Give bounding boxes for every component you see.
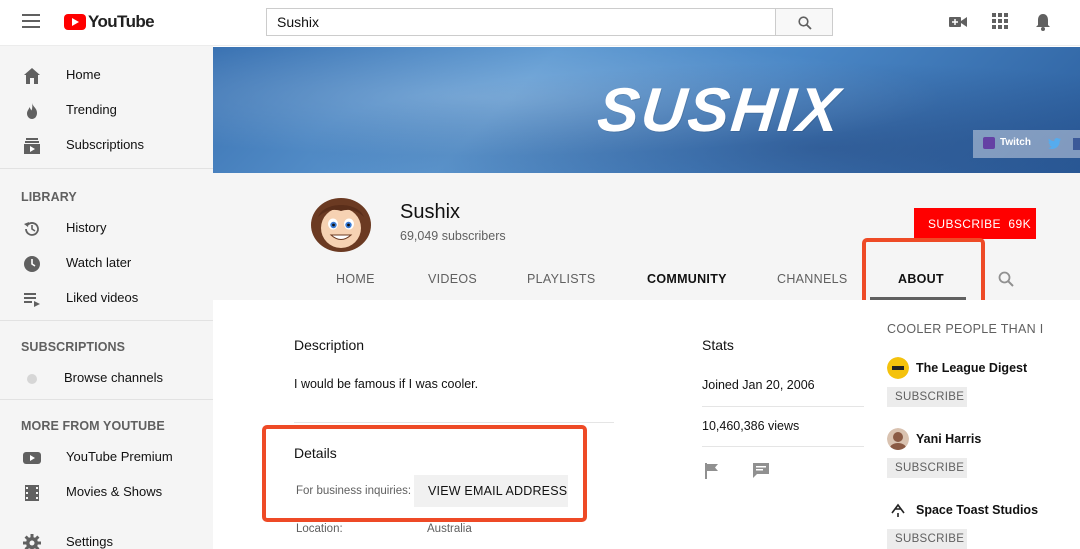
subscriptions-icon [24,138,40,154]
subscriber-count: 69,049 subscribers [400,229,506,243]
search-button[interactable] [776,8,833,36]
description-text: I would be famous if I was cooler. [294,377,479,391]
sidebar-item-label: Browse channels [64,370,163,385]
more-from-youtube-heading: MORE FROM YOUTUBE [21,419,165,433]
gear-icon [23,534,41,549]
flame-icon [27,103,37,119]
search-icon [798,16,812,30]
stats-divider [702,446,864,447]
sidebar-item-liked-videos[interactable]: Liked videos [0,281,213,315]
related-channel-name[interactable]: Yani Harris [916,432,981,446]
sidebar-item-label: Home [66,67,101,82]
apps-grid-icon[interactable] [992,13,1008,29]
twitch-link[interactable]: Twitch [1000,137,1031,148]
banner-title: SUSHIX [594,76,845,145]
bell-icon[interactable] [1035,13,1051,31]
search-input[interactable]: Sushix [266,8,776,36]
sidebar-item-label: YouTube Premium [66,449,173,464]
channel-name: Sushix [400,201,461,223]
tab-playlists[interactable]: PLAYLISTS [527,272,595,286]
subscribe-label: SUBSCRIBE [928,217,1001,231]
subscribe-button[interactable]: SUBSCRIBE 69K [914,208,1036,239]
channel-banner: SUSHIX Twitch [213,47,1080,173]
sidebar-item-label: Subscriptions [66,137,145,152]
sidebar-item-subscriptions[interactable]: Subscriptions [0,128,213,162]
related-subscribe-button[interactable]: SUBSCRIBE [887,458,967,478]
stats-heading: Stats [702,337,734,353]
sidebar-divider [0,399,213,400]
youtube-logo-icon [64,14,86,30]
sidebar-item-movies-shows[interactable]: Movies & Shows [0,475,213,509]
sidebar-item-browse-channels[interactable]: Browse channels [0,361,213,395]
youtube-logo[interactable]: YouTube [64,12,155,32]
subscribe-count: 69K [1008,217,1031,231]
youtube-icon [23,452,41,464]
message-icon[interactable] [752,462,770,479]
logo-text: YouTube [88,12,155,31]
flag-icon[interactable] [705,463,719,479]
top-bar: YouTube Sushix [0,0,1080,46]
banner-links: Twitch [973,130,1080,158]
video-camera-icon[interactable] [948,13,968,31]
twitch-icon[interactable] [983,137,995,149]
sidebar-item-settings[interactable]: Settings [0,525,213,549]
sidebar-divider [0,320,213,321]
channel-search-icon[interactable] [998,271,1014,287]
twitter-icon[interactable] [1048,138,1061,149]
menu-icon[interactable] [22,14,40,28]
view-count: 10,460,386 views [702,419,800,433]
location-value: Australia [427,523,472,535]
related-channel-avatar[interactable] [887,499,909,521]
sidebar: Home Trending Subscriptions LIBRARY Hist… [0,46,213,549]
location-label: Location: [296,523,343,535]
sidebar-item-history[interactable]: History [0,211,213,245]
sidebar-item-label: History [66,220,107,235]
related-channel-avatar[interactable] [887,428,909,450]
joined-date: Joined Jan 20, 2006 [702,378,815,392]
library-heading: LIBRARY [21,190,77,204]
sidebar-item-watch-later[interactable]: Watch later [0,246,213,280]
channel-avatar[interactable] [306,195,376,253]
home-icon [24,68,40,84]
clock-icon [24,256,40,272]
sidebar-item-home[interactable]: Home [0,58,213,92]
dot-icon [27,374,37,384]
facebook-icon[interactable] [1073,138,1080,150]
description-heading: Description [294,337,365,353]
sidebar-item-label: Settings [66,534,113,549]
related-channels-heading: COOLER PEOPLE THAN I [887,322,1044,336]
sidebar-divider [0,168,213,169]
sidebar-item-youtube-premium[interactable]: YouTube Premium [0,440,213,474]
subscriptions-heading: SUBSCRIPTIONS [21,340,126,354]
related-channel-name[interactable]: Space Toast Studios [916,503,1038,517]
tab-home[interactable]: HOME [336,272,375,286]
related-channel-name[interactable]: The League Digest [916,361,1027,375]
related-channel-avatar[interactable] [887,357,909,379]
sidebar-item-label: Movies & Shows [66,484,163,499]
section-divider [294,422,614,423]
related-subscribe-button[interactable]: SUBSCRIBE [887,529,967,549]
sidebar-item-label: Trending [66,102,117,117]
sidebar-item-label: Watch later [66,255,132,270]
related-subscribe-button[interactable]: SUBSCRIBE [887,387,967,407]
stats-divider [702,406,864,407]
tab-channels[interactable]: CHANNELS [777,272,847,286]
playlist-icon [24,293,40,307]
tab-community[interactable]: COMMUNITY [647,272,727,286]
details-highlight [262,425,587,522]
history-icon [24,222,39,236]
sidebar-item-label: Liked videos [66,290,139,305]
tab-videos[interactable]: VIDEOS [428,272,477,286]
film-icon [25,485,39,501]
sidebar-item-trending[interactable]: Trending [0,93,213,127]
